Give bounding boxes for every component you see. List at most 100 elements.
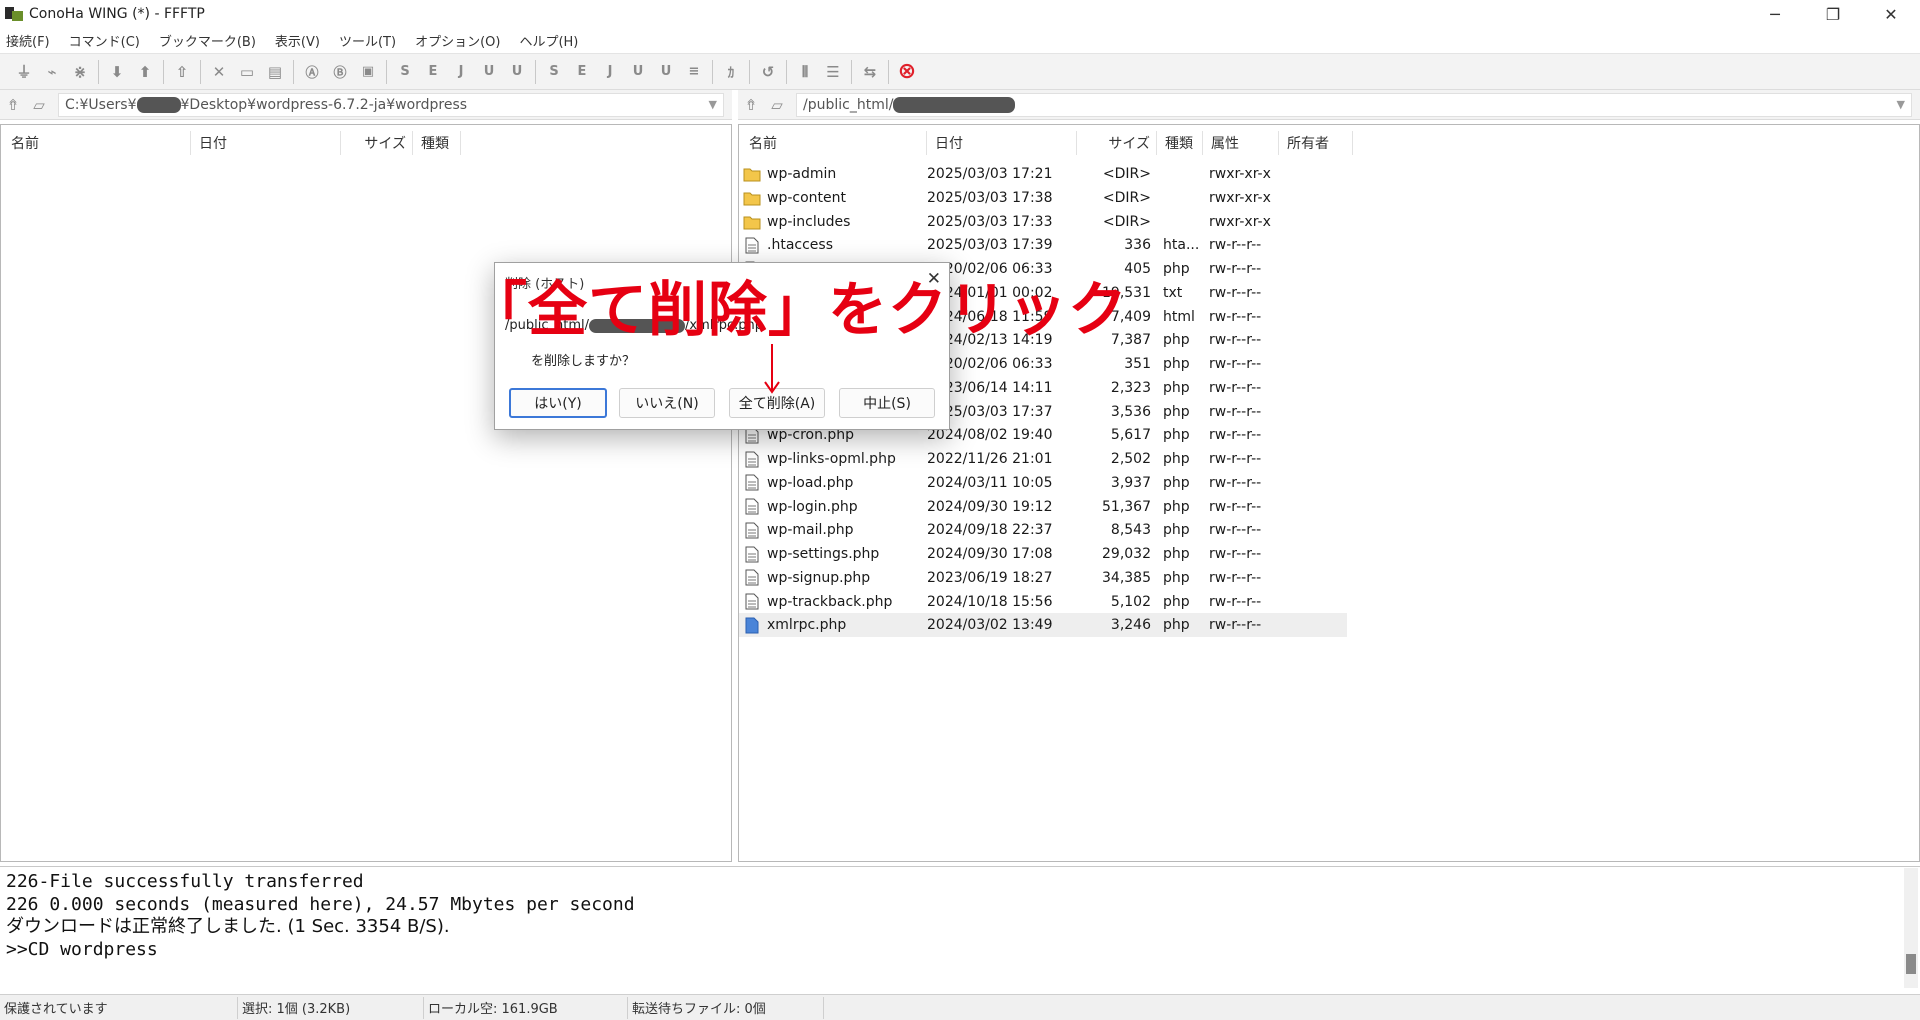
euc-icon[interactable]: E	[419, 58, 447, 86]
col-name[interactable]: 名前	[3, 131, 191, 155]
host-sjis-icon[interactable]: S	[540, 58, 568, 86]
file-icon	[743, 616, 761, 634]
col-date[interactable]: 日付	[191, 131, 341, 155]
file-type: php	[1163, 474, 1190, 491]
refresh-icon[interactable]: ↺	[754, 58, 782, 86]
file-row[interactable]: wp-includes 2025/03/03 17:33 <DIR> rwxr-xr-…	[739, 210, 1347, 234]
file-row[interactable]: wp-content 2025/03/03 17:38 <DIR> rwxr-xr-x	[739, 186, 1347, 210]
quick-connect-icon[interactable]: ⋇	[66, 58, 94, 86]
file-row[interactable]: .htaccess 2025/03/03 17:39 336 hta... rw-r--…	[739, 233, 1347, 257]
open-folder-icon[interactable]: ▱	[764, 93, 790, 117]
log-output[interactable]: 226-File successfully transferred 226 0.…	[0, 866, 1920, 990]
scroll-thumb[interactable]	[1906, 954, 1916, 974]
col-type[interactable]: 種類	[413, 131, 461, 155]
mirror-upload-icon[interactable]: ⇧	[168, 58, 196, 86]
rename-icon[interactable]: ▭	[233, 58, 261, 86]
utf8bom-icon[interactable]: U	[503, 58, 531, 86]
chevron-down-icon[interactable]: ▼	[1897, 98, 1905, 111]
parent-folder-icon[interactable]: ⇮	[0, 93, 26, 117]
menu-tools[interactable]: ツール(T)	[339, 31, 396, 50]
sjis-icon[interactable]: S	[391, 58, 419, 86]
file-row[interactable]: wp-settings.php 2024/09/30 17:08 29,032 php…	[739, 542, 1347, 566]
file-type: txt	[1163, 284, 1183, 301]
menu-view[interactable]: 表示(V)	[275, 31, 320, 50]
file-row[interactable]: xmlrpc.php 2024/03/02 13:49 3,246 php rw-r--…	[739, 613, 1347, 638]
minimize-button[interactable]: ─	[1746, 0, 1804, 28]
utf8-icon[interactable]: U	[475, 58, 503, 86]
annotation-callout: 「全て削除」をクリック	[468, 275, 1129, 344]
menu-command[interactable]: コマンド(C)	[69, 31, 140, 50]
file-name: .htaccess	[739, 233, 919, 257]
menu-connect[interactable]: 接続(F)	[6, 31, 50, 50]
file-row[interactable]: wp-login.php 2024/09/30 19:12 51,367 php rw-…	[739, 495, 1347, 519]
jis-icon[interactable]: J	[447, 58, 475, 86]
delete-icon[interactable]: ✕	[205, 58, 233, 86]
col-size[interactable]: サイズ	[1077, 131, 1157, 155]
no-button[interactable]: いいえ(N)	[619, 388, 715, 418]
file-type: php	[1163, 569, 1190, 586]
stop-icon[interactable]: ⊗	[893, 58, 921, 86]
menu-bookmark[interactable]: ブックマーク(B)	[159, 31, 256, 50]
redacted-domain	[893, 96, 1016, 113]
restore-button[interactable]: ❐	[1804, 0, 1862, 28]
menu-options[interactable]: オプション(O)	[415, 31, 500, 50]
col-name[interactable]: 名前	[741, 131, 927, 155]
local-file-list[interactable]: 名前 日付 サイズ 種類	[0, 124, 732, 862]
log-scrollbar[interactable]	[1904, 868, 1918, 988]
menu-help[interactable]: ヘルプ(H)	[519, 31, 578, 50]
app-icon[interactable]	[3, 3, 25, 25]
ascii-mode-icon[interactable]: Ⓐ	[298, 58, 326, 86]
folder-icon	[743, 189, 761, 207]
abort-button[interactable]: 中止(S)	[839, 388, 935, 418]
file-row[interactable]: wp-trackback.php 2024/10/18 15:56 5,102 php…	[739, 590, 1347, 614]
log-line: 226-File successfully transferred	[6, 871, 364, 892]
local-path-field[interactable]: C:¥Users¥ ¥Desktop¥wordpress-6.7.2-ja¥wo…	[58, 92, 724, 117]
file-row[interactable]: wp-mail.php 2024/09/18 22:37 8,543 php rw-r-…	[739, 518, 1347, 542]
open-folder-icon[interactable]: ▱	[26, 93, 52, 117]
yes-button[interactable]: はい(Y)	[509, 388, 607, 418]
col-type[interactable]: 種類	[1157, 131, 1203, 155]
file-row[interactable]: wp-links-opml.php 2022/11/26 21:01 2,502 ph…	[739, 447, 1347, 471]
col-attr[interactable]: 属性	[1203, 131, 1279, 155]
detail-view-icon[interactable]: ☰	[819, 58, 847, 86]
remote-file-list[interactable]: 名前 日付 サイズ 種類 属性 所有者 wp-admin 2025/03/03 1…	[738, 124, 1920, 862]
sync-folder-icon[interactable]: ⇆	[856, 58, 884, 86]
upload-icon[interactable]: ⬆	[131, 58, 159, 86]
file-attr: rw-r--r--	[1209, 403, 1262, 420]
file-attr: rw-r--r--	[1209, 427, 1262, 444]
file-row[interactable]: wp-signup.php 2023/06/19 18:27 34,385 php rw…	[739, 566, 1347, 590]
file-attr: rw-r--r--	[1209, 261, 1262, 277]
file-name: wp-login.php	[739, 495, 919, 519]
unplug-icon[interactable]: ⌁	[38, 58, 66, 86]
file-icon	[743, 593, 761, 611]
host-utf8bom-icon[interactable]: U	[652, 58, 680, 86]
file-attr: rw-r--r--	[1209, 593, 1262, 610]
window-title: ConoHa WING (*) - FFFTP	[29, 6, 205, 22]
file-row[interactable]: wp-admin 2025/03/03 17:21 <DIR> rwxr-xr-x	[739, 162, 1347, 186]
host-euc-icon[interactable]: E	[568, 58, 596, 86]
file-row[interactable]: wp-load.php 2024/03/11 10:05 3,937 php rw-r-…	[739, 471, 1347, 495]
kana-icon[interactable]: ｶ	[717, 58, 745, 86]
col-date[interactable]: 日付	[927, 131, 1077, 155]
file-type: php	[1163, 261, 1190, 277]
list-view-icon[interactable]: ⦀	[791, 58, 819, 86]
plug-icon[interactable]: ⏚	[10, 58, 38, 86]
parent-folder-icon[interactable]: ⇮	[738, 93, 764, 117]
chevron-down-icon[interactable]: ▼	[709, 98, 717, 111]
log-line: >>CD wordpress	[6, 938, 158, 960]
remote-path-field[interactable]: /public_html/ ▼	[796, 92, 1912, 117]
col-size[interactable]: サイズ	[341, 131, 413, 155]
file-attr: rw-r--r--	[1209, 356, 1262, 372]
col-owner[interactable]: 所有者	[1279, 131, 1353, 155]
mkdir-icon[interactable]: ▤	[261, 58, 289, 86]
auto-mode-icon[interactable]: ▣	[354, 58, 382, 86]
close-window-button[interactable]: ✕	[1862, 0, 1920, 28]
no-convert-icon[interactable]: ≡	[680, 58, 708, 86]
host-jis-icon[interactable]: J	[596, 58, 624, 86]
local-column-header: 名前 日付 サイズ 種類	[3, 125, 461, 161]
file-size: 2,323	[1110, 379, 1151, 396]
binary-mode-icon[interactable]: Ⓑ	[326, 58, 354, 86]
download-icon[interactable]: ⬇	[103, 58, 131, 86]
host-utf8-icon[interactable]: U	[624, 58, 652, 86]
file-date: 2024/03/11 10:05	[927, 474, 1053, 491]
